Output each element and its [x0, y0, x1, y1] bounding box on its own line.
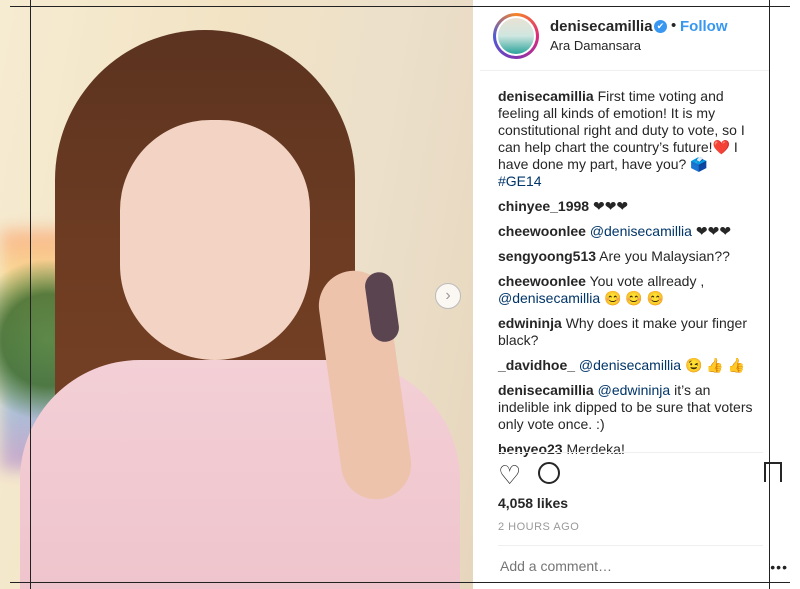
comment-divider	[498, 545, 763, 546]
post-photo	[0, 0, 473, 589]
comment-username[interactable]: _davidhoe_	[498, 357, 575, 373]
like-count[interactable]: 4,058 likes	[498, 495, 568, 511]
comment-username[interactable]: sengyoong513	[498, 248, 596, 264]
comment: _davidhoe_ @denisecamillia 😉 👍 👍	[498, 357, 763, 374]
comment-username[interactable]: edwininja	[498, 315, 562, 331]
separator-dot: •	[671, 17, 677, 34]
frame-left	[30, 0, 31, 589]
post-header: denisecamillia ✔ • Follow Ara Damansara	[480, 0, 770, 71]
comment-mention[interactable]: @denisecamillia	[498, 290, 600, 306]
avatar[interactable]	[493, 13, 539, 59]
face	[120, 120, 310, 360]
more-options-icon[interactable]: •••	[770, 559, 788, 575]
comment: benyeo23 Merdeka!	[498, 441, 763, 458]
username[interactable]: denisecamillia	[550, 18, 653, 35]
comment-text: You vote allready ,	[589, 273, 705, 289]
heart-icon[interactable]: ♡	[498, 460, 521, 491]
comment-username[interactable]: benyeo23	[498, 441, 563, 457]
comment-mention[interactable]: @denisecamillia	[579, 357, 681, 373]
comment-text: ❤❤❤	[695, 223, 732, 239]
caption-username[interactable]: denisecamillia	[498, 88, 594, 104]
comment-username[interactable]: chinyee_1998	[498, 198, 589, 214]
comment-mention[interactable]: @edwininja	[598, 382, 671, 398]
caption: denisecamillia First time voting and fee…	[498, 88, 763, 190]
avatar-image	[498, 18, 534, 54]
comment-emoji: 😊 😊 😊	[604, 290, 665, 306]
bookmark-icon[interactable]	[764, 462, 782, 484]
verified-badge-icon: ✔	[654, 20, 667, 33]
frame-right	[769, 0, 770, 589]
chevron-right-icon: ›	[445, 287, 451, 304]
comment: sengyoong513 Are you Malaysian??	[498, 248, 763, 265]
comment: chinyee_1998 ❤❤❤	[498, 198, 763, 215]
comment-text: Merdeka!	[566, 441, 625, 457]
actions-divider	[498, 452, 763, 453]
comment: cheewoonlee @denisecamillia ❤❤❤	[498, 223, 763, 240]
location-link[interactable]: Ara Damansara	[550, 38, 641, 53]
comment-username[interactable]: cheewoonlee	[498, 223, 586, 239]
comment-username[interactable]: denisecamillia	[498, 382, 594, 398]
frame-top	[10, 6, 790, 7]
comment-text: ❤❤❤	[592, 198, 629, 214]
follow-button[interactable]: Follow	[680, 18, 728, 35]
comment-username[interactable]: cheewoonlee	[498, 273, 586, 289]
frame-bottom	[10, 582, 790, 583]
hashtag-link[interactable]: #GE14	[498, 173, 542, 189]
comment-text: Are you Malaysian??	[599, 248, 730, 264]
post-time: 2 HOURS AGO	[498, 521, 580, 533]
post-actions: ♡	[498, 460, 788, 490]
add-comment-input[interactable]	[498, 557, 767, 575]
comment-mention[interactable]: @denisecamillia	[590, 223, 692, 239]
post-sidebar: denisecamillia ✔ • Follow Ara Damansara …	[480, 0, 782, 589]
comment: cheewoonlee You vote allready , @denisec…	[498, 273, 763, 307]
comment-text: 😉 👍 👍	[684, 357, 746, 373]
comment-list: denisecamillia First time voting and fee…	[498, 88, 763, 466]
comment: denisecamillia @edwininja it’s an indeli…	[498, 382, 763, 433]
next-photo-button[interactable]: ›	[435, 283, 461, 309]
comment: edwininja Why does it make your finger b…	[498, 315, 763, 349]
comment-icon[interactable]	[538, 462, 560, 484]
